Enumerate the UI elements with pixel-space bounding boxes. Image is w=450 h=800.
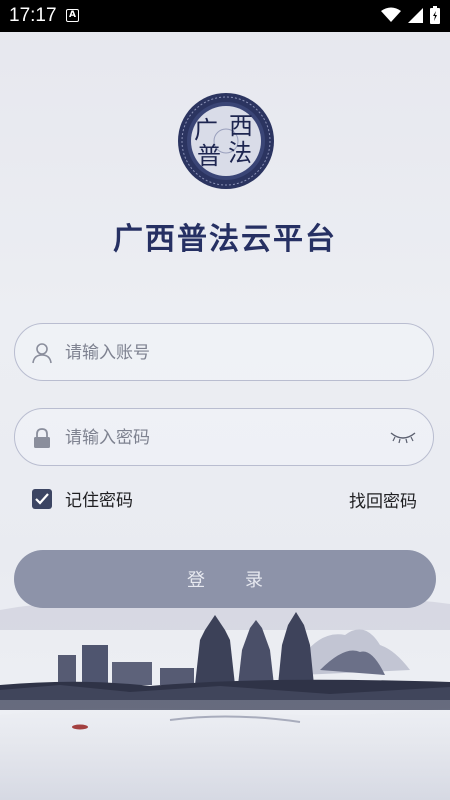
remember-checkbox[interactable] [32,488,52,509]
remember-password[interactable]: 记住密码 [32,486,133,511]
status-time: 17:17 [9,5,57,26]
signal-icon [408,7,423,23]
eye-closed-icon[interactable] [389,429,417,445]
account-field[interactable] [14,323,434,381]
account-input[interactable] [63,324,387,381]
battery-icon [430,6,440,24]
remember-label: 记住密码 [65,491,133,511]
wifi-icon [381,7,401,22]
logo-char-1: 广 [194,116,218,144]
user-icon [32,343,52,364]
check-icon [35,492,49,505]
logo-emblem: 广 西 普 法 [178,93,274,189]
app-title: 广西普法云平台 [113,222,337,257]
status-bar: 17:17 A [0,0,450,32]
password-input[interactable] [63,409,387,466]
status-icons [381,6,440,24]
forgot-password-link[interactable]: 找回密码 [349,487,417,512]
logo-char-4: 法 [228,139,252,167]
lock-icon [34,428,50,448]
city-skyline-illustration [0,598,450,800]
login-button[interactable]: 登录 [14,550,436,608]
notification-a-icon: A [66,9,79,22]
logo-char-2: 西 [229,112,253,140]
logo-char-3: 普 [197,142,221,170]
password-field[interactable] [14,408,434,466]
